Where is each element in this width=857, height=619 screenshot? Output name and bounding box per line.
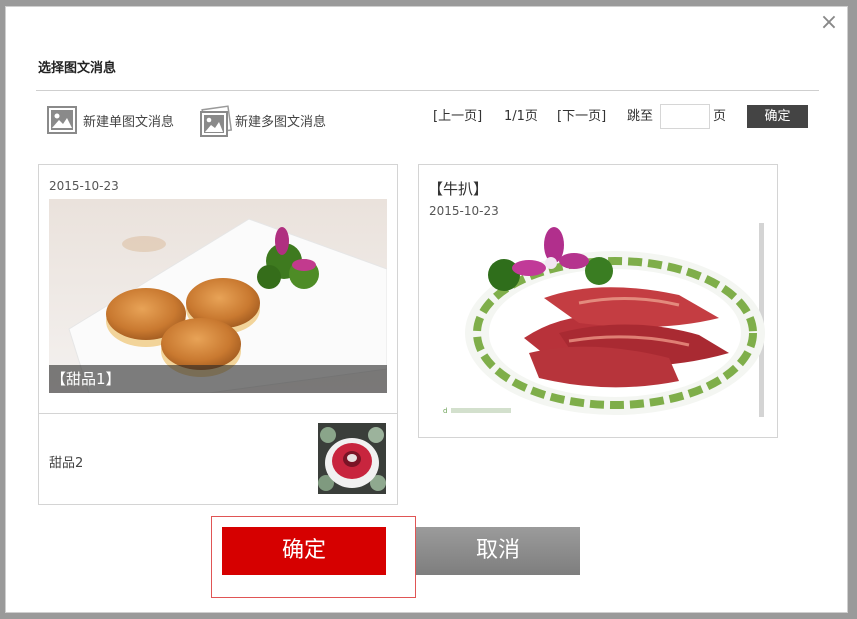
new-multi-news-label: 新建多图文消息	[235, 114, 327, 130]
cancel-button[interactable]: 取消	[416, 527, 580, 575]
select-news-dialog: × 选择图文消息 新建单图文消息 新建多图文消息 [上一页] 1/1页 [下一页…	[5, 6, 848, 613]
sub-item-thumbnail	[318, 423, 386, 494]
new-single-news-label: 新建单图文消息	[83, 114, 175, 130]
image-icon	[47, 105, 77, 135]
cover-caption: 【甜品1】	[49, 365, 387, 393]
jump-to-label: 跳至	[627, 109, 654, 124]
dialog-title: 选择图文消息	[38, 61, 117, 76]
news-card-single[interactable]: 【牛扒】 2015-10-23 d	[418, 164, 778, 438]
dessert-cover-image: 【甜品1】	[49, 199, 387, 393]
card-title: 【牛扒】	[428, 180, 489, 198]
title-divider	[36, 90, 819, 91]
sub-item-title: 甜品2	[49, 456, 84, 471]
new-single-news-button[interactable]: 新建单图文消息	[47, 103, 174, 137]
close-icon[interactable]: ×	[819, 12, 839, 34]
card-date: 2015-10-23	[49, 179, 119, 193]
card-divider	[39, 413, 397, 414]
prev-page-link[interactable]: [上一页]	[433, 107, 482, 127]
new-multi-news-button[interactable]: 新建多图文消息	[199, 103, 326, 137]
next-page-link[interactable]: [下一页]	[557, 107, 606, 127]
page-unit-label: 页	[713, 109, 727, 124]
multi-image-icon	[199, 105, 233, 137]
card-date: 2015-10-23	[429, 204, 499, 218]
go-page-button[interactable]: 确定	[747, 105, 808, 128]
news-card-multi[interactable]: 2015-10-23 【甜品1】 甜品2	[38, 164, 398, 505]
page-info: 1/1页	[504, 109, 538, 124]
svg-text:d: d	[443, 407, 447, 415]
page-number-input[interactable]	[660, 104, 710, 129]
confirm-button[interactable]: 确定	[222, 527, 386, 575]
steak-cover-image: d	[429, 223, 767, 417]
